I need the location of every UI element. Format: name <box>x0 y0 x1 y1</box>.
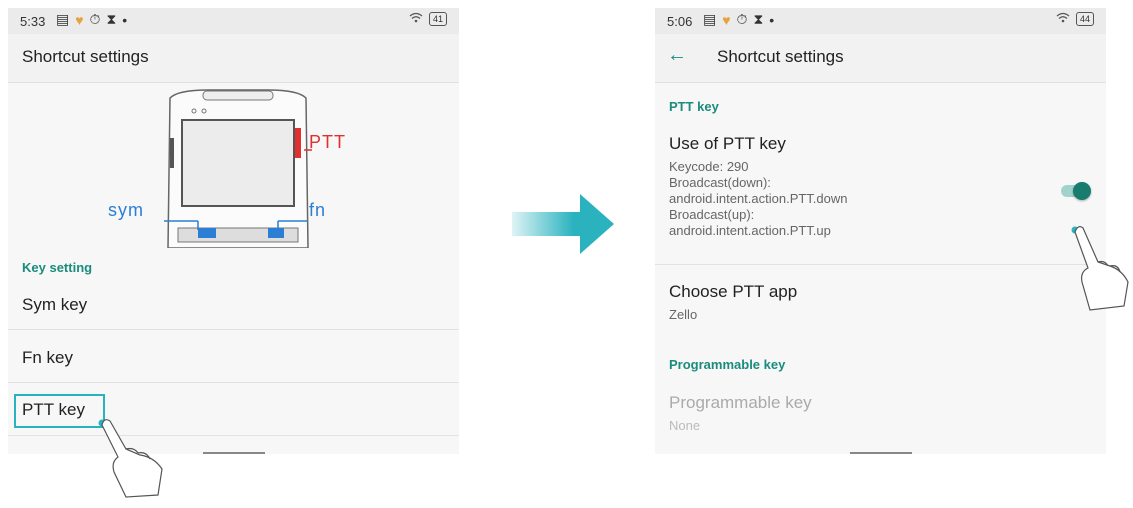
ptt-key-highlight <box>14 394 105 428</box>
page-title: Shortcut settings <box>717 47 844 66</box>
divider <box>8 435 459 436</box>
hand-pointer-icon <box>1071 226 1129 311</box>
left-phone-screen: 5:33 ▤ ♥ ⏱ ⧗ • 41 Shortcut settings PTT … <box>8 8 459 454</box>
app-bar: ← Shortcut settings <box>655 34 1106 83</box>
programmable-key-header: Programmable key <box>669 357 786 372</box>
fn-label: fn <box>309 200 327 220</box>
divider <box>8 382 459 383</box>
flow-arrow-icon <box>512 194 614 254</box>
toggle-thumb <box>1073 182 1091 200</box>
status-right: 44 <box>1056 12 1094 26</box>
choose-ptt-app-title: Choose PTT app <box>669 282 798 301</box>
ptt-key-header: PTT key <box>669 99 719 114</box>
dot-icon: • <box>769 11 775 28</box>
back-arrow-icon[interactable]: ← <box>667 44 687 67</box>
sym-key-label: Sym key <box>22 295 88 314</box>
divider <box>655 264 1106 265</box>
programmable-key-title: Programmable key <box>669 393 812 412</box>
device-illustration <box>164 89 312 248</box>
timer-icon: ⏱ <box>89 11 101 27</box>
status-bar: 5:33 ▤ ♥ ⏱ ⧗ • 41 <box>8 8 459 34</box>
battery-icon: 44 <box>1075 12 1094 26</box>
hourglass-icon: ⧗ <box>753 11 764 27</box>
status-time: 5:33 <box>20 14 46 29</box>
message-icon: ▤ <box>703 11 717 27</box>
heart-icon: ♥ <box>75 11 84 28</box>
nav-handle[interactable] <box>203 452 265 454</box>
heart-icon: ♥ <box>722 11 731 28</box>
use-ptt-key-details: Keycode: 290 Broadcast(down): android.in… <box>669 159 848 238</box>
dot-icon: • <box>122 11 128 28</box>
wifi-icon <box>1056 12 1070 26</box>
fn-key-label: Fn key <box>22 348 74 367</box>
battery-icon: 41 <box>428 12 447 26</box>
programmable-key-value: None <box>669 418 701 433</box>
nav-handle[interactable] <box>850 452 912 454</box>
sym-label: sym <box>108 200 144 220</box>
hourglass-icon: ⧗ <box>106 11 117 27</box>
ptt-label: PTT <box>309 132 346 152</box>
hand-pointer-icon <box>98 419 163 498</box>
divider <box>8 329 459 330</box>
right-phone-screen: 5:06 ▤ ♥ ⏱ ⧗ • 44 ← Shortcut settings PT… <box>655 8 1106 454</box>
page-title: Shortcut settings <box>22 47 149 66</box>
choose-ptt-app-value: Zello <box>669 307 698 322</box>
wifi-icon <box>409 12 423 26</box>
notification-icons: ▤ ♥ ⏱ ⧗ • <box>703 11 774 28</box>
timer-icon: ⏱ <box>736 11 748 27</box>
app-bar: Shortcut settings <box>8 34 459 83</box>
use-ptt-key-title: Use of PTT key <box>669 134 786 153</box>
message-icon: ▤ <box>56 11 70 27</box>
key-setting-header: Key setting <box>22 260 93 275</box>
notification-icons: ▤ ♥ ⏱ ⧗ • <box>56 11 127 28</box>
status-time: 5:06 <box>667 14 693 29</box>
status-bar: 5:06 ▤ ♥ ⏱ ⧗ • 44 <box>655 8 1106 34</box>
status-right: 41 <box>409 12 447 26</box>
